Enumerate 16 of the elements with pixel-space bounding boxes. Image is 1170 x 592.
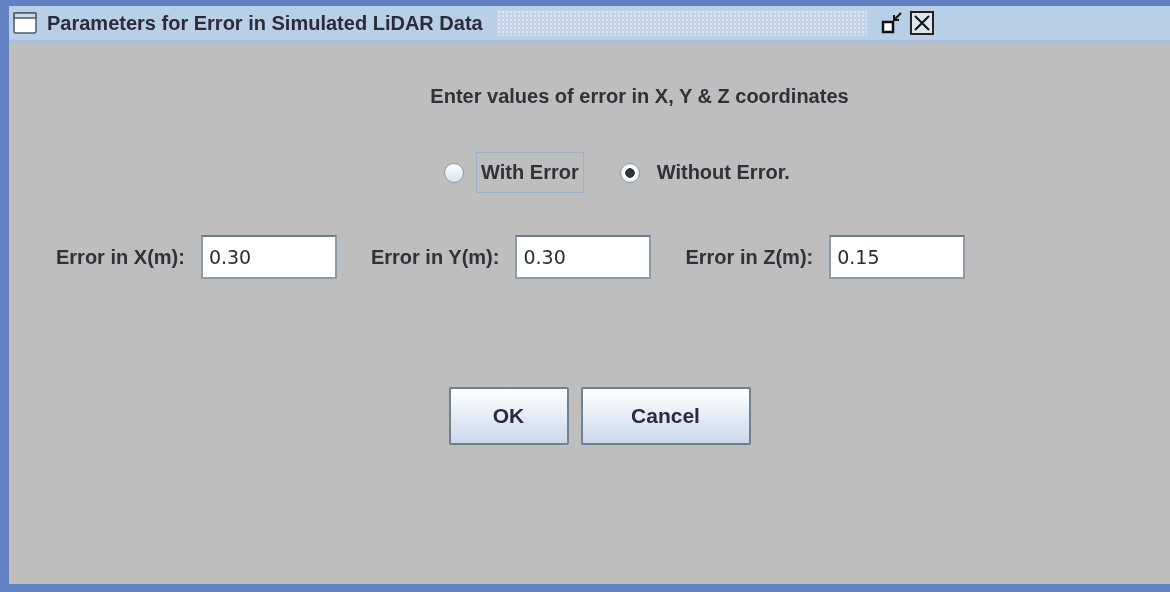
window-title: Parameters for Error in Simulated LiDAR Data	[47, 11, 483, 35]
radio-label[interactable]: Without Error.	[651, 152, 795, 193]
field-label: Error in Z(m):	[685, 245, 814, 269]
input-field[interactable]: 0.30	[200, 235, 337, 279]
field-label: Error in Y(m):	[370, 245, 500, 269]
field-label: Error in X(m):	[56, 245, 185, 269]
input-field[interactable]: 0.15	[829, 235, 966, 279]
instruction-text: Enter values of error in X, Y & Z coordinates	[430, 85, 849, 108]
input-field[interactable]: 0.30	[515, 235, 652, 279]
dialog-button[interactable]: Cancel	[580, 387, 751, 445]
close-icon[interactable]	[908, 10, 935, 36]
window-icon	[13, 12, 37, 34]
radio-button[interactable]	[444, 162, 465, 183]
radio-button[interactable]	[619, 162, 640, 183]
radio-label[interactable]: With Error	[476, 152, 584, 193]
dialog-button[interactable]: OK	[448, 387, 569, 445]
